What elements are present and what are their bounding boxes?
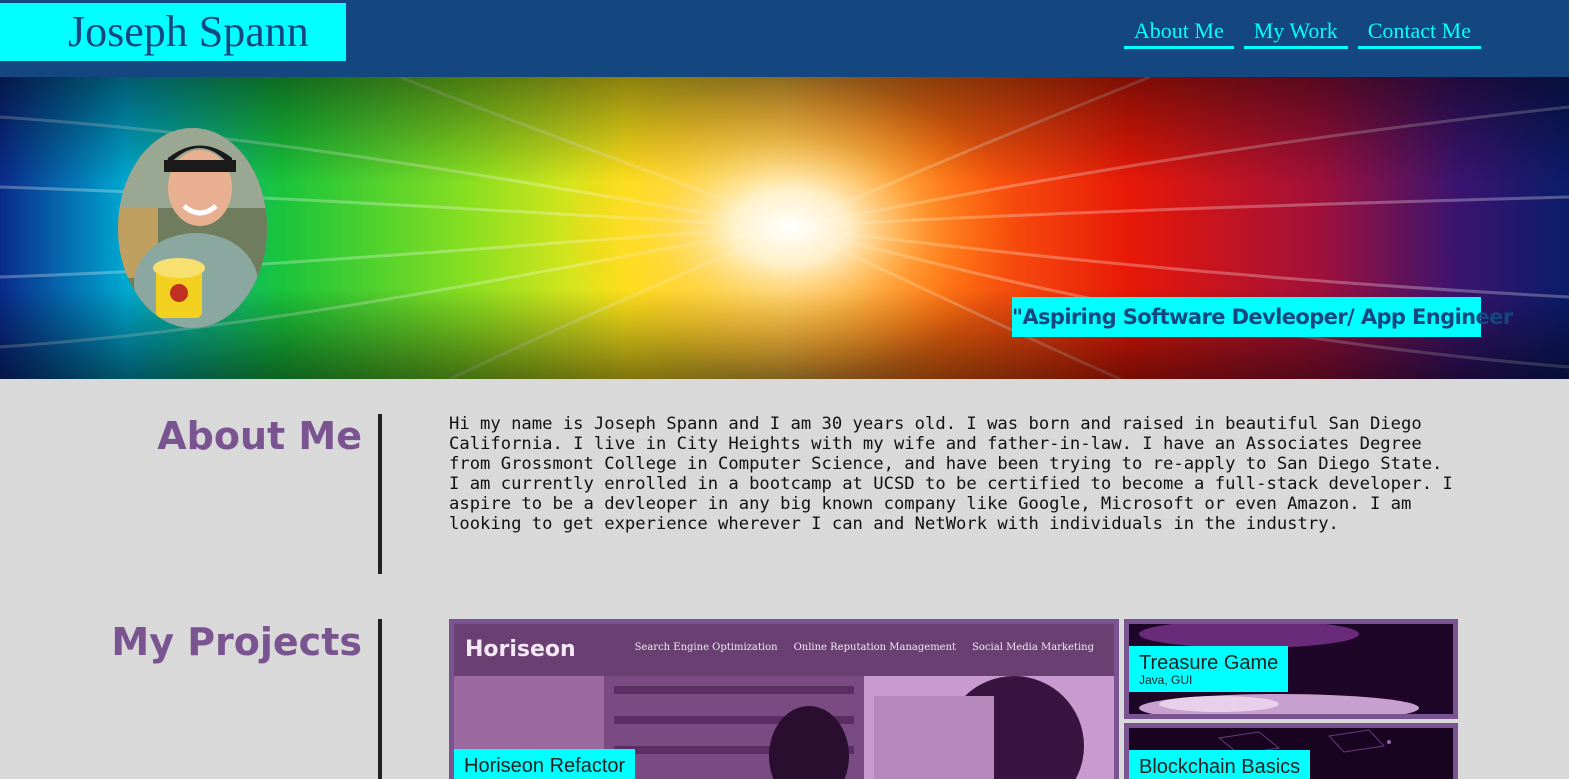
project-card-horiseon[interactable]: Horiseon Search Engine Optimization Onli… bbox=[449, 619, 1119, 779]
project-card-blockchain-basics[interactable]: Blockchain Basics bbox=[1124, 723, 1458, 779]
about-me-heading: About Me bbox=[157, 414, 362, 458]
nav-about-me[interactable]: About Me bbox=[1123, 18, 1234, 49]
project-screenshot-link: Online Reputation Management bbox=[793, 642, 957, 653]
project-label-treasure-game[interactable]: Treasure Game Java, GUI bbox=[1129, 646, 1289, 692]
site-header: Joseph Spann About Me My Work Contact Me bbox=[0, 0, 1569, 77]
project-card-treasure-game[interactable]: Treasure Game Java, GUI bbox=[1124, 619, 1458, 719]
project-tech-treasure-game: Java, GUI bbox=[1139, 673, 1193, 687]
project-screenshot-header: Horiseon Search Engine Optimization Onli… bbox=[454, 624, 1114, 676]
projects-divider bbox=[378, 619, 382, 779]
site-title[interactable]: Joseph Spann bbox=[0, 3, 346, 61]
main-nav: About Me My Work Contact Me bbox=[1123, 18, 1481, 49]
project-title-treasure-game: Treasure Game bbox=[1139, 652, 1279, 674]
nav-my-work[interactable]: My Work bbox=[1243, 18, 1348, 49]
hero-banner: "Aspiring Software Devleoper/ App Engine… bbox=[0, 77, 1569, 379]
project-label-horiseon[interactable]: Horiseon Refactor bbox=[454, 749, 636, 779]
project-label-blockchain-basics[interactable]: Blockchain Basics bbox=[1129, 750, 1311, 779]
project-screenshot-link: Search Engine Optimization bbox=[634, 642, 778, 653]
about-divider bbox=[378, 414, 382, 574]
project-screenshot-logo: Horiseon bbox=[465, 637, 576, 662]
tagline: "Aspiring Software Devleoper/ App Engine… bbox=[1012, 297, 1513, 337]
profile-photo bbox=[118, 128, 267, 328]
project-screenshot-nav: Search Engine Optimization Online Reputa… bbox=[635, 642, 1094, 653]
projects-heading: My Projects bbox=[111, 620, 362, 664]
nav-contact-me[interactable]: Contact Me bbox=[1357, 18, 1481, 49]
about-me-text: Hi my name is Joseph Spann and I am 30 y… bbox=[449, 414, 1453, 534]
project-screenshot-link: Social Media Marketing bbox=[972, 642, 1094, 653]
